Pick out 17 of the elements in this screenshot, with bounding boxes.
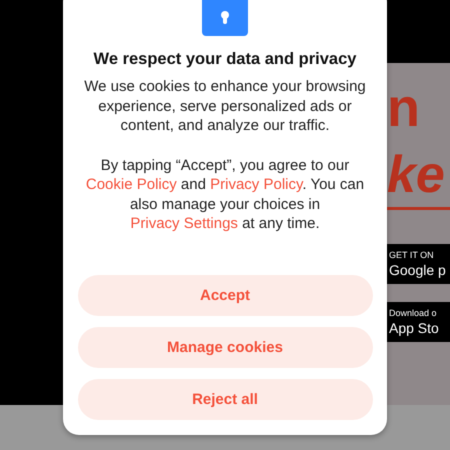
badge-store-name: App Sto [389,320,440,336]
consent-button[interactable]: Accept [78,275,372,316]
store-badge[interactable]: GET IT ON Google p [387,244,450,284]
policy-link[interactable]: Cookie Policy [86,176,177,193]
store-badge[interactable]: Download o App Sto [387,302,450,342]
dialog-title: We respect your data and privacy [94,50,356,69]
policy-link[interactable]: Privacy Policy [210,176,302,193]
badge-caption: Download o [389,308,438,318]
banner-title-fragment: n [387,81,421,135]
banner-title-fragment: ke [387,149,446,201]
consent-button[interactable]: Reject all [78,379,372,420]
consent-button[interactable]: Manage cookies [78,327,372,368]
consent-text: We use cookies to enhance your browsing experience, serve personalized ads or content, and analyze our traffic. [83,77,367,136]
badge-store-name: Google p [389,262,447,278]
consent-text: By tapping “Accept”, you agree to our Cookie Policy and Privacy Policy. You can also manage your choices in Privacy Settings at any time. [84,156,366,234]
policy-link[interactable]: Privacy Settings [130,215,238,232]
badge-caption: GET IT ON [389,250,435,260]
